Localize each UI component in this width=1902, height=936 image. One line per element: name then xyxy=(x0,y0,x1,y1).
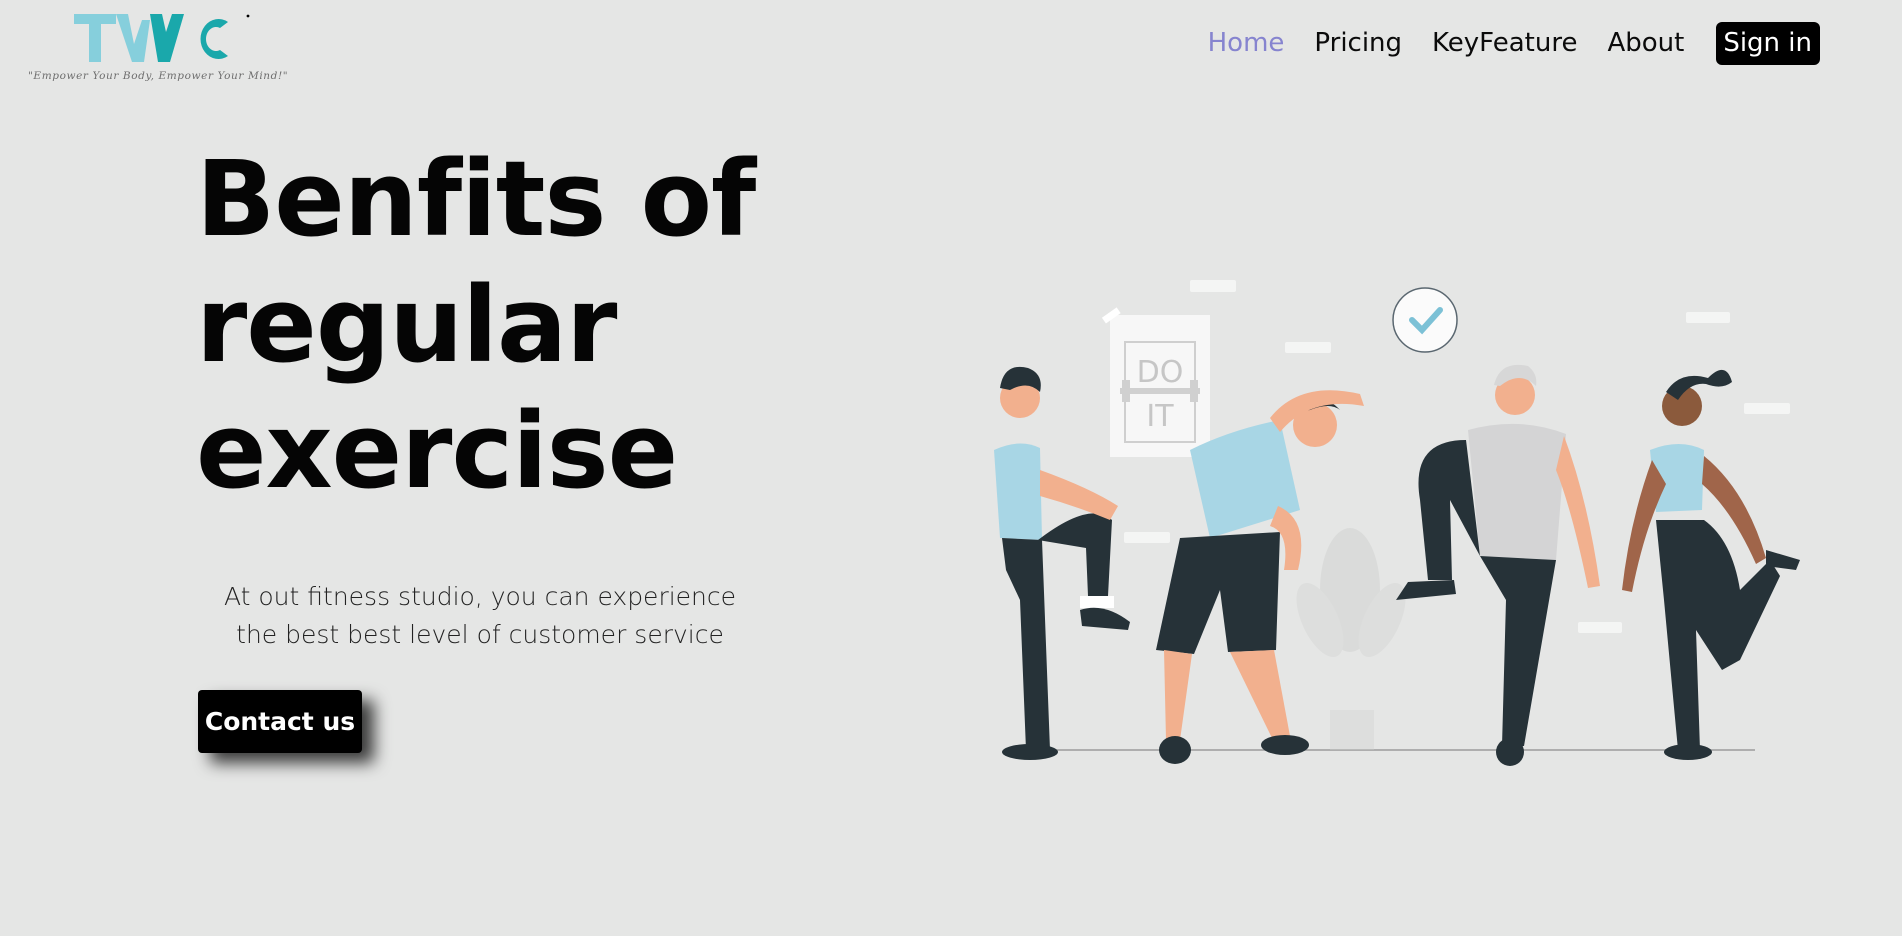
check-bubble-icon xyxy=(1392,287,1458,353)
poster-line-2: IT xyxy=(1146,399,1174,434)
plant-pot xyxy=(1296,528,1406,750)
hero-title-line: Benfits of xyxy=(196,138,756,260)
hero-title-line: exercise xyxy=(196,390,678,512)
person-knee-raise xyxy=(994,366,1130,760)
poster-line-1: DO xyxy=(1137,355,1184,390)
nav-home[interactable]: Home xyxy=(1208,30,1285,56)
hero-description-line: At out fitness studio, you can experienc… xyxy=(223,582,737,611)
hero-description-line: the best best level of customer service xyxy=(236,620,724,649)
logo-tagline: "Empower Your Body, Empower Your Mind!" xyxy=(28,70,289,82)
nav-pricing[interactable]: Pricing xyxy=(1314,30,1402,56)
hero-title-line: regular xyxy=(196,264,617,386)
people-exercising-image: DO IT xyxy=(994,280,1800,766)
hero-description: At out fitness studio, you can experienc… xyxy=(220,578,740,654)
person-older-man xyxy=(1396,364,1600,766)
nav-keyfeature[interactable]: KeyFeature xyxy=(1432,30,1577,56)
main-nav: Home Pricing KeyFeature About Sign in xyxy=(1208,20,1820,66)
nav-about[interactable]: About xyxy=(1607,30,1684,56)
logo-mark-icon xyxy=(74,14,250,62)
person-quad-stretch xyxy=(1622,369,1800,760)
exercise-illustration: DO IT xyxy=(980,270,1800,780)
contact-us-button[interactable]: Contact us xyxy=(198,690,362,753)
brand-logo[interactable]: "Empower Your Body, Empower Your Mind!" xyxy=(20,8,288,88)
do-it-poster: DO IT xyxy=(1101,307,1219,464)
hero-title: Benfits of regular exercise xyxy=(196,136,756,514)
sign-in-button[interactable]: Sign in xyxy=(1716,21,1820,65)
